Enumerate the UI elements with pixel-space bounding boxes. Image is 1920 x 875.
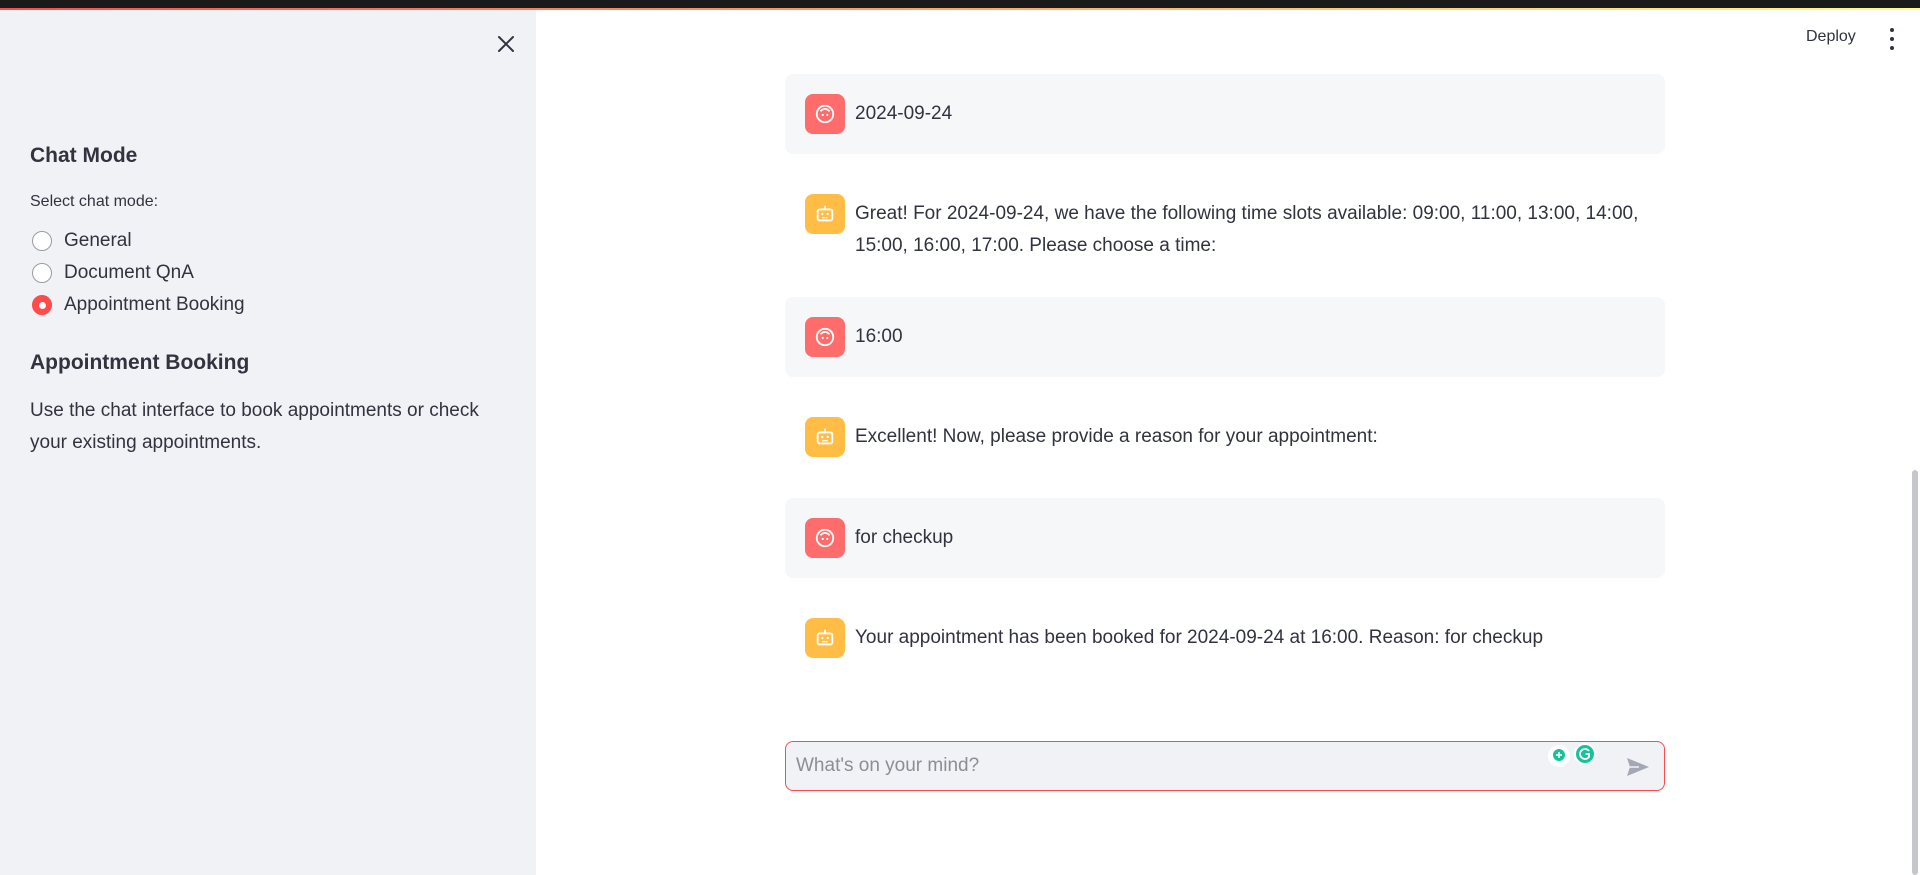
sidebar: Chat Mode Select chat mode: General Docu… [0, 10, 536, 875]
radio-label: General [64, 230, 132, 251]
assistant-avatar [805, 194, 845, 234]
message-text: 16:00 [855, 326, 903, 347]
message-text: for checkup [855, 527, 954, 548]
kebab-menu-icon [1890, 28, 1894, 33]
user-avatar [805, 94, 845, 134]
radio-general[interactable]: General [32, 225, 245, 257]
radio-button-selected[interactable] [32, 295, 52, 315]
user-avatar [805, 317, 845, 357]
robot-icon [816, 428, 834, 445]
send-icon [1627, 758, 1649, 776]
chat-message-user: 16:00 [785, 297, 1665, 377]
chat-message-user: 2024-09-24 [785, 74, 1665, 154]
scrollbar[interactable] [1912, 470, 1918, 875]
user-face-icon [815, 528, 835, 548]
message-text: Excellent! Now, please provide a reason … [855, 426, 1378, 447]
select-chat-mode-label: Select chat mode: [30, 193, 159, 210]
radio-label: Appointment Booking [64, 294, 245, 315]
chat-message-assistant: Excellent! Now, please provide a reason … [785, 417, 1665, 457]
chat-message-assistant: Your appointment has been booked for 202… [785, 618, 1665, 658]
radio-button[interactable] [32, 231, 52, 251]
kebab-menu-icon [1890, 36, 1894, 41]
grammarly-g-icon [1579, 748, 1590, 760]
close-icon [498, 36, 514, 52]
robot-icon [816, 205, 834, 222]
appointment-booking-description: Use the chat interface to book appointme… [30, 400, 479, 453]
lightbulb-icon [1553, 749, 1565, 761]
radio-document-qna[interactable]: Document QnA [32, 257, 245, 289]
deploy-button[interactable]: Deploy [1806, 28, 1856, 46]
radio-appointment-booking[interactable]: Appointment Booking [32, 289, 245, 321]
chat-message-user: for checkup [785, 498, 1665, 578]
close-sidebar-button[interactable] [490, 28, 522, 60]
user-avatar [805, 518, 845, 558]
kebab-menu-icon [1890, 45, 1894, 50]
message-text: Great! For 2024-09-24, we have the follo… [855, 203, 1639, 256]
user-face-icon [815, 104, 835, 124]
chat-mode-heading: Chat Mode [30, 144, 138, 167]
top-decoration-bar [0, 0, 1920, 10]
message-text: Your appointment has been booked for 202… [855, 627, 1544, 648]
robot-icon [816, 629, 834, 646]
assistant-avatar [805, 417, 845, 457]
message-text: 2024-09-24 [855, 103, 953, 124]
user-face-icon [815, 327, 835, 347]
chat-input-container [785, 741, 1665, 791]
radio-button[interactable] [32, 263, 52, 283]
chat-input[interactable] [796, 742, 1556, 790]
assistant-avatar [805, 618, 845, 658]
chat-mode-radio-group: General Document QnA Appointment Booking [32, 225, 245, 321]
radio-label: Document QnA [64, 262, 194, 283]
main-menu-button[interactable] [1882, 26, 1902, 52]
grammarly-icon[interactable] [1574, 743, 1596, 765]
send-button[interactable] [1622, 752, 1654, 782]
grammarly-lightbulb-icon[interactable] [1548, 745, 1570, 767]
appointment-booking-heading: Appointment Booking [30, 351, 250, 374]
chat-message-assistant: Great! For 2024-09-24, we have the follo… [785, 194, 1665, 262]
